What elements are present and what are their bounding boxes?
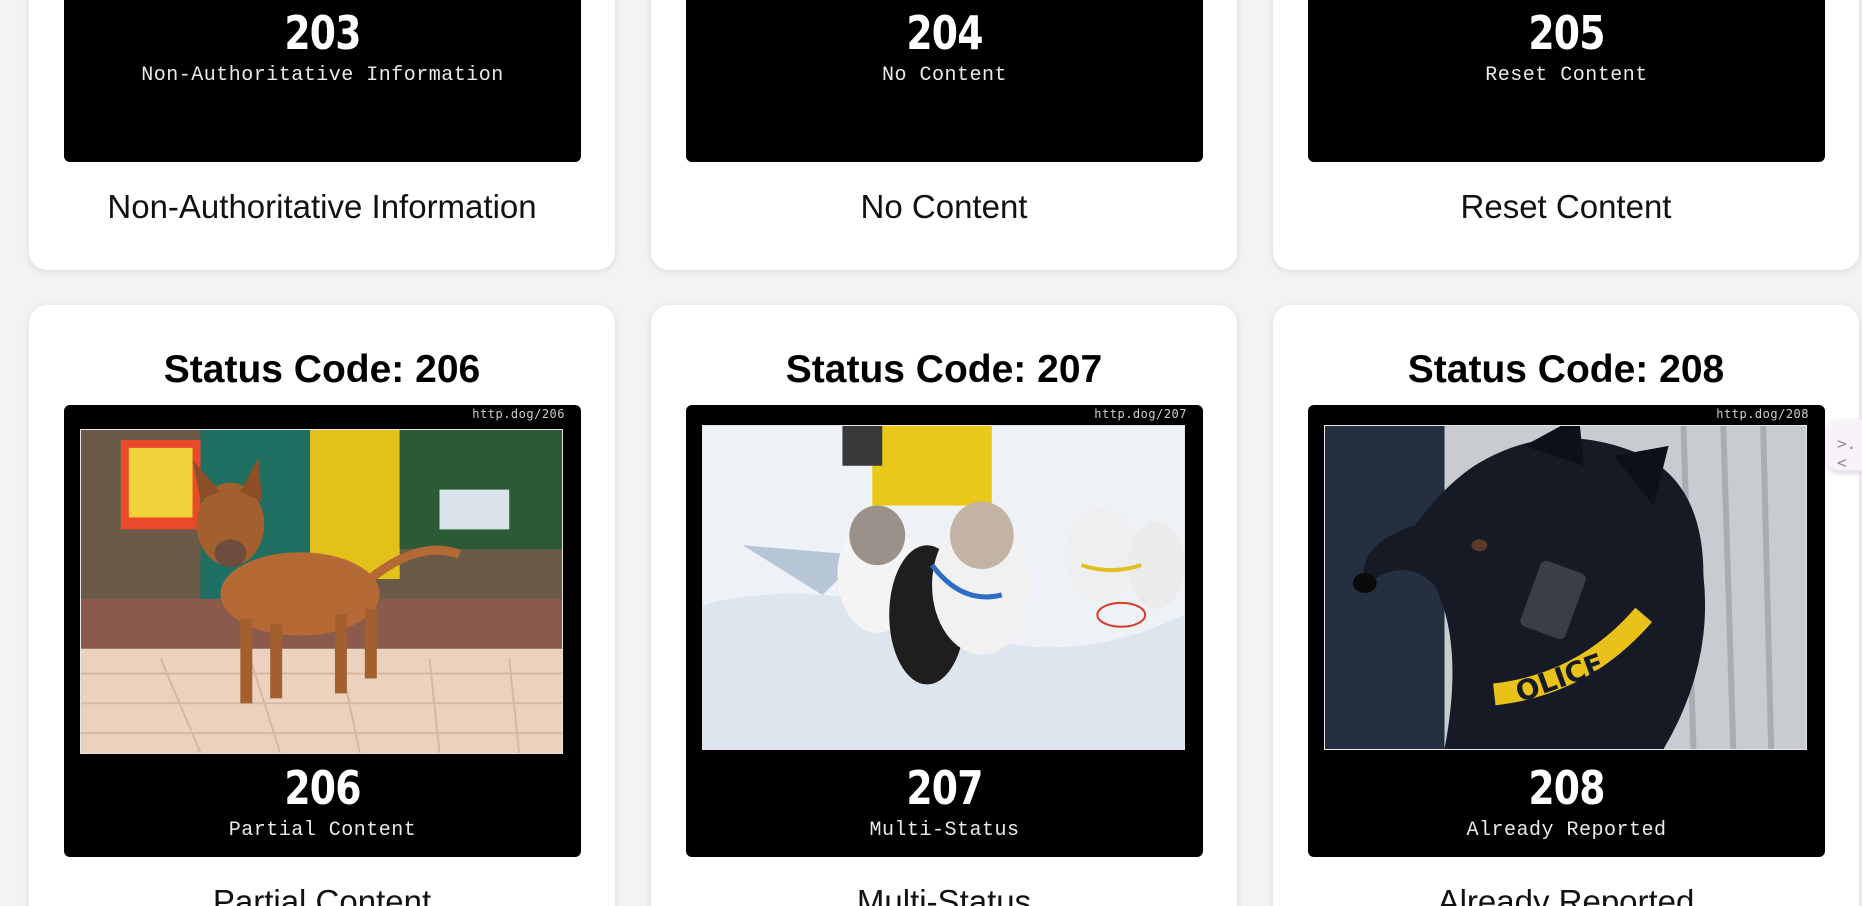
dog-photo (702, 425, 1185, 750)
poster-code: 203 (284, 6, 361, 60)
poster-status-text: Already Reported (1466, 819, 1667, 842)
dog-photo: OLICE (1324, 425, 1807, 750)
poster-status-text: Reset Content (1485, 64, 1648, 87)
card-caption: No Content (860, 188, 1028, 225)
status-card-205: 205 Reset Content Reset Content (1273, 0, 1859, 270)
status-card-206: Status Code: 206 http.dog/206 206 Partia… (29, 305, 615, 906)
dog-poster: http.dog/206 206 Partial Content (64, 405, 581, 857)
dog-photo (80, 429, 563, 754)
card-caption: Multi-Status (856, 883, 1032, 906)
dog-poster: http.dog/208 OLICE 208 Already Reported (1308, 405, 1825, 857)
dog-poster: http.dog/207 207 Multi-Status (686, 405, 1203, 857)
poster-url: http.dog/206 (472, 407, 565, 421)
poster-status-text: No Content (881, 64, 1008, 87)
status-card-208: Status Code: 208 http.dog/208 OLICE 208 (1273, 305, 1859, 906)
poster-code: 206 (284, 761, 361, 815)
dog-poster: 203 Non-Authoritative Information (64, 0, 581, 162)
dog-poster: 204 No Content (686, 0, 1203, 162)
poster-status-text: Non-Authoritative Information (141, 64, 504, 87)
card-caption: Non-Authoritative Information (107, 188, 537, 225)
code-chevron-icon: >.< (1837, 434, 1857, 472)
dog-poster: 205 Reset Content (1308, 0, 1825, 162)
status-card-204: 204 No Content No Content (651, 0, 1237, 270)
status-code-gallery: 203 Non-Authoritative Information Non-Au… (0, 0, 1862, 906)
card-caption: Partial Content (212, 883, 432, 906)
card-title: Status Code: 206 (163, 348, 481, 391)
poster-status-text: Partial Content (228, 819, 417, 842)
poster-code: 207 (906, 761, 983, 815)
status-card-203: 203 Non-Authoritative Information Non-Au… (29, 0, 615, 270)
poster-url: http.dog/207 (1094, 407, 1187, 421)
poster-code: 208 (1528, 761, 1605, 815)
card-caption: Reset Content (1460, 188, 1672, 225)
devtools-toggle-tab[interactable]: >.< (1828, 420, 1862, 473)
poster-code: 205 (1528, 6, 1605, 60)
poster-status-text: Multi-Status (869, 819, 1020, 842)
status-card-207: Status Code: 207 http.dog/207 207 Multi-… (651, 305, 1237, 906)
card-title: Status Code: 208 (1407, 348, 1725, 391)
card-title: Status Code: 207 (785, 348, 1103, 391)
poster-code: 204 (906, 6, 983, 60)
poster-url: http.dog/208 (1716, 407, 1809, 421)
card-caption: Already Reported (1437, 883, 1695, 906)
